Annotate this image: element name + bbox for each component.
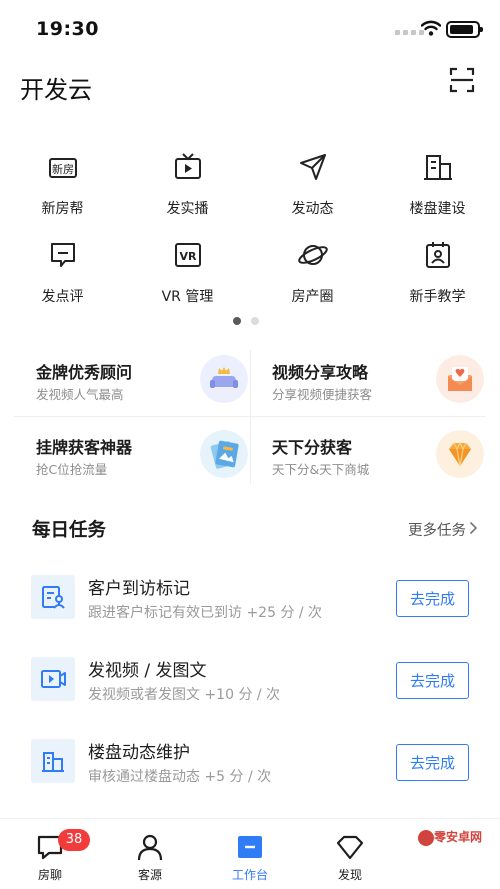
feature-label: 新手教学	[409, 289, 466, 305]
promo-card-tianxia-points[interactable]: 天下分获客 天下分&天下商城	[250, 417, 486, 491]
feature-post-update[interactable]: 发动态	[250, 150, 375, 238]
feature-vr[interactable]: VR VR 管理	[125, 238, 250, 326]
chevron-right-icon[interactable]	[469, 521, 478, 535]
feature-label: 楼盘建设	[409, 201, 466, 217]
promo-title: 天下分获客	[272, 438, 353, 457]
page-title: 开发云	[20, 76, 92, 104]
task-description: 发视频或者发图文 +10 分 / 次	[88, 687, 281, 703]
pager-dot	[251, 317, 259, 325]
vr-icon: VR	[171, 238, 205, 272]
new-house-icon: 新房	[46, 150, 80, 184]
send-icon	[296, 150, 330, 184]
heart-envelope-icon	[436, 355, 484, 403]
building-icon	[421, 150, 455, 184]
tab-chat[interactable]: 38 房聊	[0, 819, 100, 889]
complete-task-button[interactable]: 去完成	[396, 744, 469, 781]
promo-subtitle: 分享视频便捷获客	[272, 387, 373, 402]
feature-comment[interactable]: 发点评	[0, 238, 125, 326]
promo-grid: 金牌优秀顾问 发视频人气最高 视频分享攻略 分享视频便捷获客 挂牌获客神器 抢C…	[14, 342, 486, 492]
promo-subtitle: 发视频人气最高	[36, 387, 124, 402]
section-title: 每日任务	[32, 520, 107, 541]
tutorial-icon	[421, 238, 455, 272]
pager-dots[interactable]	[233, 317, 259, 325]
discover-icon	[336, 835, 364, 860]
tab-label: 工作台	[231, 868, 268, 882]
promo-title: 挂牌获客神器	[36, 438, 133, 457]
tab-label: 发现	[337, 868, 362, 882]
status-time: 19:30	[36, 18, 99, 40]
promo-card-gold-consultant[interactable]: 金牌优秀顾问 发视频人气最高	[14, 342, 250, 416]
promo-subtitle: 抢C位抢流量	[36, 462, 108, 477]
task-title: 发视频 / 发图文	[88, 661, 207, 681]
watermark-text: 零安卓网	[434, 830, 483, 844]
crown-sofa-icon	[200, 355, 248, 403]
promo-subtitle: 天下分&天下商城	[272, 462, 370, 477]
more-tasks-link[interactable]: 更多任务	[408, 519, 466, 540]
live-tv-icon	[171, 150, 205, 184]
cellular-signal-icon	[395, 30, 424, 35]
workbench-icon	[238, 836, 262, 858]
pager-dot-active	[233, 317, 241, 325]
comment-icon	[46, 238, 80, 272]
task-row: 发视频 / 发图文 发视频或者发图文 +10 分 / 次 去完成	[0, 642, 500, 724]
feature-grid: 新房 新房帮 发实播 发动态 楼盘建设 发点评 VR VR 管理 房产圈 新手教…	[0, 150, 500, 326]
person-icon	[137, 834, 163, 861]
promo-card-video-guide[interactable]: 视频分享攻略 分享视频便捷获客	[250, 342, 486, 416]
task-list: 客户到访标记 跟进客户标记有效已到访 +25 分 / 次 去完成 发视频 / 发…	[0, 560, 500, 806]
building-update-icon	[31, 739, 75, 783]
svg-text:新房: 新房	[52, 162, 74, 176]
task-description: 审核通过楼盘动态 +5 分 / 次	[88, 769, 272, 785]
promo-title: 视频分享攻略	[272, 363, 369, 382]
wifi-icon	[421, 20, 441, 36]
feature-property-circle[interactable]: 房产圈	[250, 238, 375, 326]
battery-icon	[446, 21, 483, 38]
feature-label: 发实播	[166, 201, 209, 217]
complete-task-button[interactable]: 去完成	[396, 662, 469, 699]
feature-building[interactable]: 楼盘建设	[375, 150, 500, 238]
tab-discover[interactable]: 发现	[300, 819, 400, 889]
promo-card-listing-tool[interactable]: 挂牌获客神器 抢C位抢流量	[14, 417, 250, 491]
task-description: 跟进客户标记有效已到访 +25 分 / 次	[88, 605, 323, 621]
feature-tutorial[interactable]: 新手教学	[375, 238, 500, 326]
tab-label: 客源	[137, 868, 162, 882]
task-title: 楼盘动态维护	[88, 743, 190, 763]
task-title: 客户到访标记	[88, 579, 190, 599]
feature-label: 发点评	[41, 289, 84, 305]
tab-workbench[interactable]: 工作台	[200, 819, 300, 889]
scan-icon[interactable]	[449, 67, 475, 93]
feature-new-house[interactable]: 新房 新房帮	[0, 150, 125, 238]
tasks-header: 每日任务 更多任务	[0, 510, 500, 550]
unread-badge: 38	[58, 829, 90, 851]
photo-card-icon	[200, 430, 248, 478]
status-bar: 19:30	[0, 0, 500, 58]
video-post-icon	[31, 657, 75, 701]
task-row: 客户到访标记 跟进客户标记有效已到访 +25 分 / 次 去完成	[0, 560, 500, 642]
feature-label: 新房帮	[41, 201, 84, 217]
diamond-icon	[436, 430, 484, 478]
visit-record-icon	[31, 575, 75, 619]
feature-live[interactable]: 发实播	[125, 150, 250, 238]
complete-task-button[interactable]: 去完成	[396, 580, 469, 617]
tab-clients[interactable]: 客源	[100, 819, 200, 889]
feature-label: VR 管理	[161, 289, 214, 305]
promo-title: 金牌优秀顾问	[36, 363, 133, 382]
svg-text:VR: VR	[179, 250, 197, 263]
feature-label: 房产圈	[291, 289, 334, 305]
feature-label: 发动态	[291, 201, 334, 217]
task-row: 楼盘动态维护 审核通过楼盘动态 +5 分 / 次 去完成	[0, 724, 500, 806]
planet-icon	[296, 238, 330, 272]
tab-label: 房聊	[37, 868, 62, 882]
